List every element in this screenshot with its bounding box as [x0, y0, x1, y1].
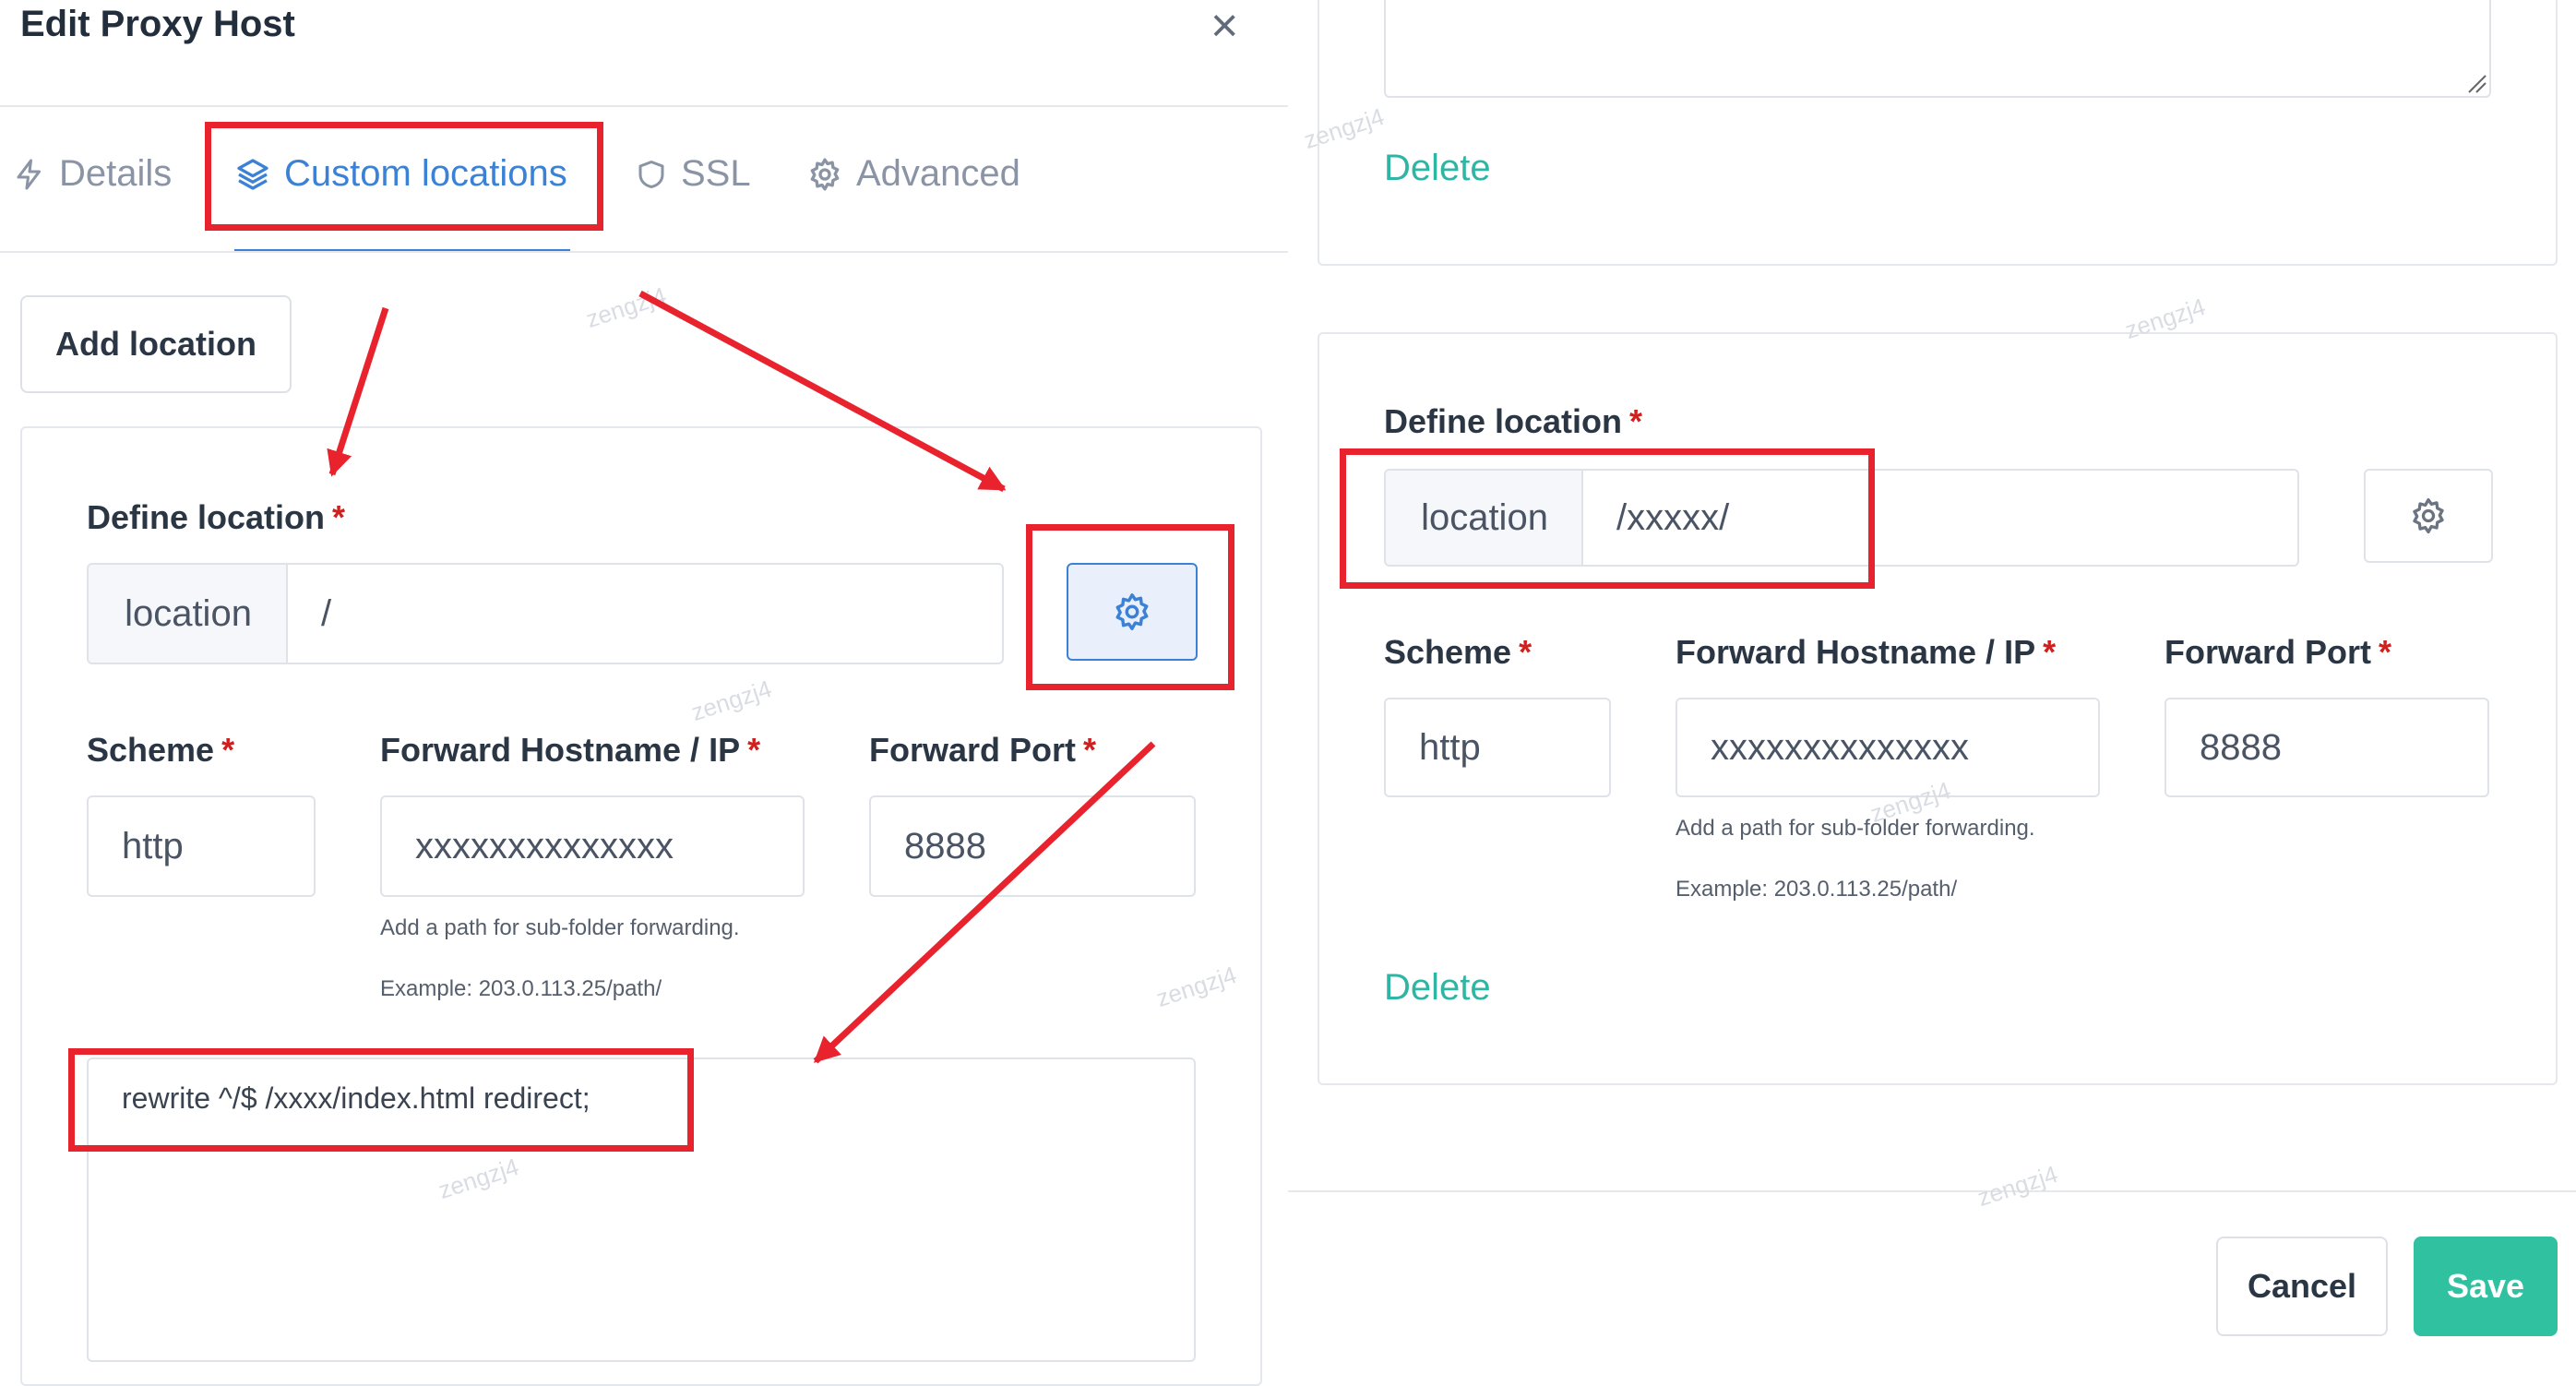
arrow-to-define-location [327, 306, 389, 477]
arrow-to-advanced-config [813, 741, 1156, 1064]
arrow-to-gear-button [638, 290, 1007, 493]
annotation-arrows [327, 290, 1156, 1064]
